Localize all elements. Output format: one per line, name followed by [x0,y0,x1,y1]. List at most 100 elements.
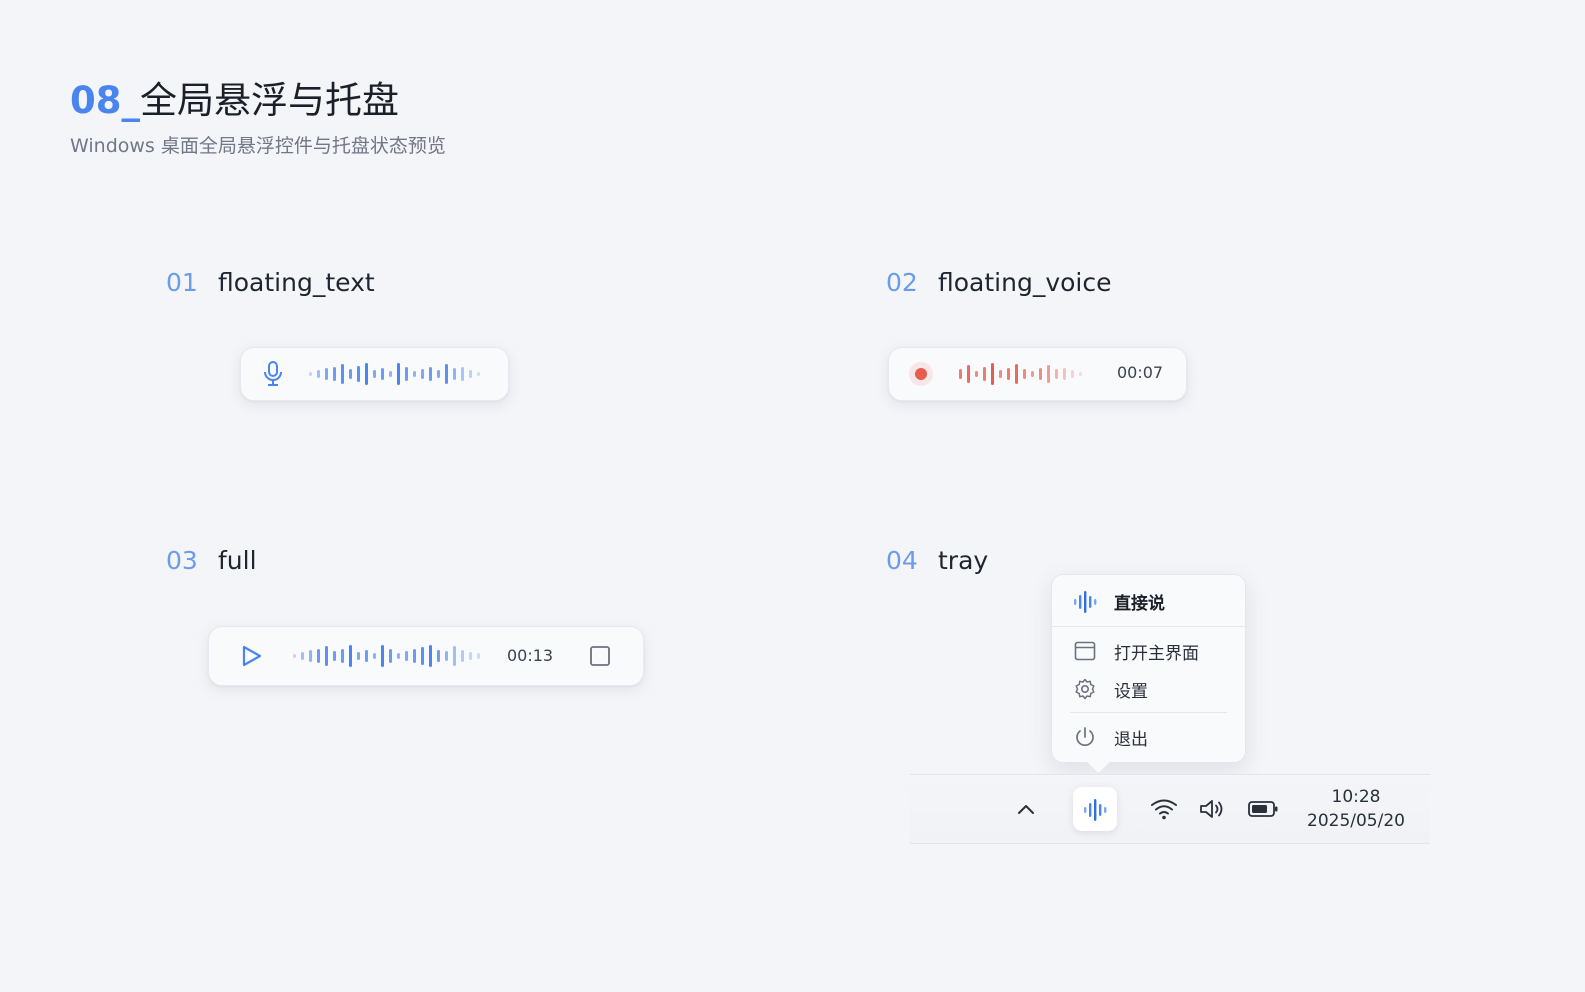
wave-bar [293,654,296,658]
wave-bar [365,650,368,662]
section-name: tray [938,546,989,575]
wave-bar [341,649,344,663]
page-title-text: 全局悬浮与托盘 [140,79,399,122]
voice-wave-icon[interactable] [1073,787,1117,831]
playback-timer: 00:13 [507,646,554,665]
wave-bar [405,651,408,661]
taskbar-clock[interactable]: 10:28 2025/05/20 [1300,785,1412,833]
wave-bar [373,653,376,659]
stop-square-icon[interactable] [589,645,611,667]
wave-bar [445,364,448,384]
clock-date: 2025/05/20 [1307,811,1405,831]
wave-bar [413,371,416,377]
tray-context-menu: 直接说 打开主界面 设置 退出 [1051,574,1246,763]
voice-wave-icon [1072,588,1098,614]
wave-bar [325,368,328,380]
section-head-full: 03 full [166,546,257,575]
wave-bar [309,372,312,376]
wave-bar [1071,370,1074,378]
floating-text-widget[interactable] [240,347,509,401]
wave-bar [429,645,432,667]
record-dot-icon[interactable] [907,360,935,388]
page-number: 08_ [70,79,140,122]
section-number: 01 [166,268,198,297]
wave-bar [975,371,978,377]
wave-bar [437,370,440,378]
microphone-icon[interactable] [261,360,285,388]
section-head-floating-voice: 02 floating_voice [886,268,1112,297]
section-number: 02 [886,268,918,297]
menu-item-exit[interactable]: 退出 [1072,724,1148,750]
wave-bar [1055,369,1058,379]
section-number: 03 [166,546,198,575]
wave-bar [381,368,384,380]
wave-bar [453,368,456,380]
wave-bar [309,650,312,662]
wave-bar [461,650,464,662]
page-title: 08_全局悬浮与托盘 [70,70,399,124]
section-name: floating_text [218,268,375,297]
menu-divider [1070,712,1227,713]
waveform [293,641,489,671]
section-head-floating-text: 01 floating_text [166,268,375,297]
wave-bar [999,370,1002,378]
wave-bar [1079,372,1082,376]
wave-bar [461,367,464,381]
wave-bar [389,371,392,377]
wave-bar [349,369,352,379]
menu-header: 直接说 [1072,588,1165,614]
wave-bar [389,649,392,663]
chevron-up-icon[interactable] [1012,797,1040,821]
wave-bar [325,646,328,666]
section-name: floating_voice [938,268,1112,297]
wave-bar [1031,371,1034,377]
wave-bar [341,364,344,384]
wave-bar [381,645,384,667]
waveform [309,359,489,389]
wave-bar [357,652,360,660]
section-number: 04 [886,546,918,575]
window-icon [1072,638,1098,664]
wave-bar [1047,365,1050,383]
wave-bar [397,363,400,385]
menu-item-settings[interactable]: 设置 [1072,676,1148,702]
full-widget[interactable]: 00:13 [208,626,644,686]
waveform [959,359,1089,389]
wave-bar [301,652,304,660]
wave-bar [477,653,480,659]
wave-bar [397,653,400,659]
section-head-tray: 04 tray [886,546,988,575]
wave-bar [333,651,336,661]
menu-header-label: 直接说 [1114,593,1165,614]
wave-bar [421,647,424,665]
battery-icon[interactable] [1246,797,1280,821]
wave-bar [357,366,360,382]
clock-time: 10:28 [1331,787,1381,807]
speaker-icon[interactable] [1198,795,1226,823]
wave-bar [983,367,986,381]
wave-bar [413,649,416,663]
wave-bar [349,645,352,667]
wave-bar [959,369,962,379]
wave-bar [477,372,480,376]
taskbar: 10:28 2025/05/20 [910,774,1430,844]
wave-bar [445,651,448,661]
wave-bar [991,363,994,385]
wave-bar [1007,368,1010,380]
wave-bar [469,370,472,378]
wave-bar [437,650,440,662]
menu-item-label: 退出 [1114,729,1148,750]
wave-bar [421,369,424,379]
menu-item-label: 设置 [1114,681,1148,702]
wave-bar [1039,368,1042,380]
wave-bar [1063,368,1066,380]
wave-bar [373,370,376,378]
floating-voice-widget[interactable]: 00:07 [888,347,1187,401]
play-icon[interactable] [239,644,263,668]
menu-item-open-main[interactable]: 打开主界面 [1072,638,1199,664]
wave-bar [1015,364,1018,384]
wave-bar [453,646,456,666]
wave-bar [429,367,432,381]
wave-bar [317,370,320,378]
wifi-icon[interactable] [1149,795,1179,823]
